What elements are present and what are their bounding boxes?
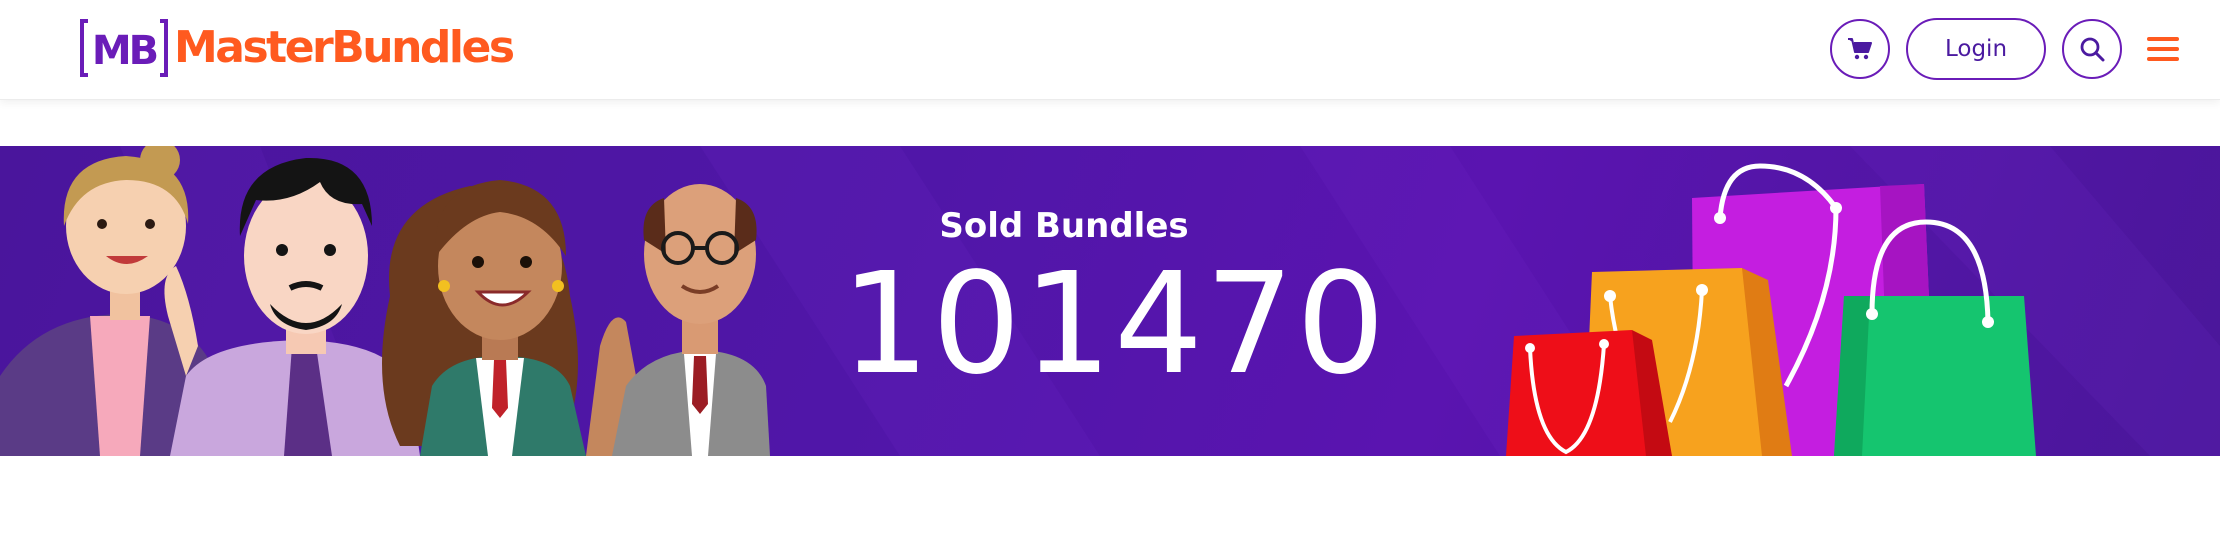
logo-mark: MB: [80, 19, 168, 77]
sold-bundles-value: 101470: [840, 243, 1388, 406]
sold-bundles-banner: Sold Bundles 101470: [0, 146, 2220, 456]
cart-button[interactable]: [1830, 19, 1890, 79]
sold-bundles-label: Sold Bundles: [939, 206, 1189, 246]
logo-mark-text: MB: [92, 28, 157, 74]
header-actions: Login: [1830, 18, 2180, 80]
cart-icon: [1848, 38, 1872, 60]
search-button[interactable]: [2062, 19, 2122, 79]
search-icon: [2080, 37, 2105, 62]
menu-button[interactable]: [2146, 32, 2180, 66]
sold-bundles-counter: Sold Bundles 101470: [832, 206, 1432, 400]
hamburger-menu-icon: [2147, 37, 2179, 61]
logo-wordmark: MasterBundles: [174, 22, 515, 73]
logo-link[interactable]: MB MasterBundles: [80, 18, 515, 78]
person-woman-curly-illustration: [382, 180, 636, 456]
login-button[interactable]: Login: [1906, 18, 2046, 80]
site-header: MB MasterBundles Login: [0, 0, 2220, 100]
